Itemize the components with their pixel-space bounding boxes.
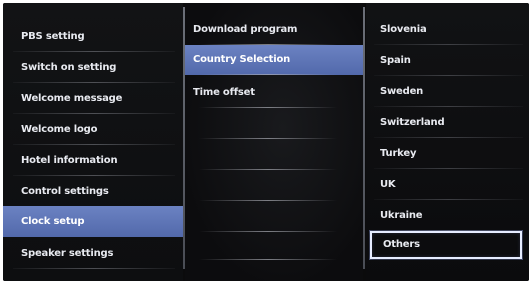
menu-item-welcome-message[interactable]: Welcome message — [3, 83, 183, 114]
country-option-sweden[interactable]: Sweden — [366, 76, 529, 107]
column-divider — [363, 7, 365, 269]
menu-item-speaker-settings[interactable]: Speaker settings — [3, 238, 183, 269]
menu-column-clock-setup: Download program Country Selection Time … — [185, 3, 363, 281]
menu-item-clock-setup[interactable]: Clock setup — [3, 206, 183, 237]
country-option-uk[interactable]: UK — [366, 169, 529, 200]
menu-item-download-program[interactable]: Download program — [185, 14, 363, 45]
country-option-slovenia[interactable]: Slovenia — [366, 14, 529, 45]
menu-item-welcome-logo[interactable]: Welcome logo — [3, 114, 183, 145]
menu-column-countries: Slovenia Spain Sweden Switzerland Turkey… — [366, 3, 529, 281]
menu-item-country-selection[interactable]: Country Selection — [185, 45, 363, 75]
menu-item-empty — [185, 201, 363, 232]
menu-item-control-settings[interactable]: Control settings — [3, 176, 183, 207]
country-option-ukraine[interactable]: Ukraine — [366, 200, 529, 231]
hotel-settings-menu: PBS setting Switch on setting Welcome me… — [3, 3, 529, 281]
menu-item-empty — [185, 139, 363, 170]
menu-item-pbs-setting[interactable]: PBS setting — [3, 21, 183, 52]
menu-item-time-offset[interactable]: Time offset — [185, 77, 363, 108]
menu-item-hotel-information[interactable]: Hotel information — [3, 145, 183, 176]
menu-column-settings: PBS setting Switch on setting Welcome me… — [3, 3, 183, 281]
menu-item-empty — [185, 232, 363, 260]
country-option-spain[interactable]: Spain — [366, 45, 529, 76]
menu-item-switch-on-setting[interactable]: Switch on setting — [3, 52, 183, 83]
menu-item-empty — [185, 170, 363, 201]
country-option-turkey[interactable]: Turkey — [366, 138, 529, 169]
country-option-others[interactable]: Others — [369, 230, 523, 260]
country-option-switzerland[interactable]: Switzerland — [366, 107, 529, 138]
menu-item-empty — [185, 108, 363, 139]
